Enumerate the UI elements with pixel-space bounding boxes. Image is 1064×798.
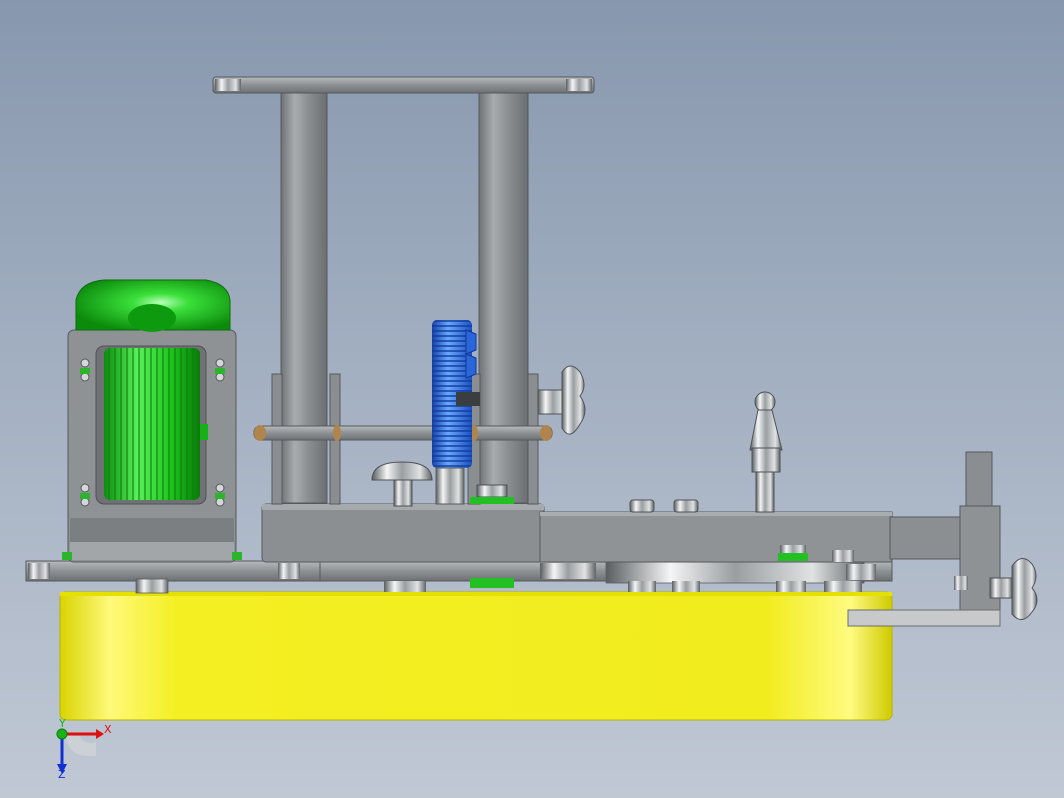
- star-knob-lower[interactable]: [1011, 558, 1038, 620]
- main-slide-plate[interactable]: [319, 560, 893, 592]
- base-plate[interactable]: [59, 591, 893, 721]
- motor-mount-plate[interactable]: [25, 560, 333, 594]
- assembly-drawing[interactable]: X Y Z: [0, 0, 1064, 798]
- right-upright[interactable]: [467, 92, 539, 505]
- mushroom-knob[interactable]: [371, 461, 433, 507]
- z-axis-label: Z: [58, 768, 66, 781]
- star-knob-upper[interactable]: [537, 365, 586, 435]
- lever-handle[interactable]: [749, 391, 783, 513]
- cross-shaft[interactable]: [253, 425, 553, 441]
- left-upright[interactable]: [271, 92, 341, 505]
- top-flange-plate[interactable]: [212, 76, 595, 94]
- coordinate-triad: X Y Z: [56, 717, 112, 781]
- carriage-plate[interactable]: [261, 503, 963, 563]
- cad-viewport[interactable]: X Y Z: [0, 0, 1064, 798]
- y-axis-marker: [56, 728, 68, 740]
- y-axis-label: Y: [58, 717, 66, 730]
- x-axis-label: X: [104, 723, 112, 736]
